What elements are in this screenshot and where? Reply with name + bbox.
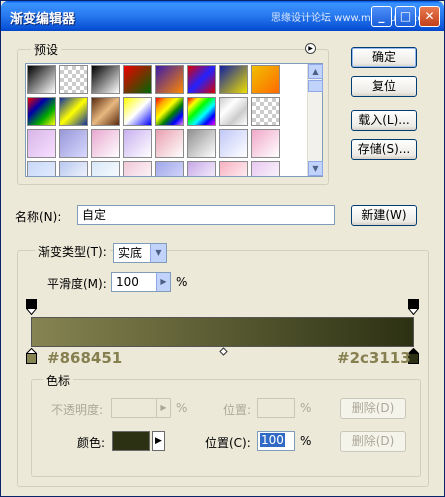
name-field[interactable]: 自定 [77,205,335,225]
presets-scrollbar[interactable]: ▲ ▼ [307,64,323,176]
preset-swatch[interactable] [219,65,248,94]
stop-color-swatch[interactable] [112,431,150,451]
gradient-type-select[interactable]: 实底 ▼ [113,243,167,263]
minimize-button[interactable]: _ [371,6,392,27]
smoothness-field[interactable]: 100 ▶ [111,272,171,292]
new-button[interactable]: 新建(W) [351,205,417,226]
preset-swatch[interactable] [155,161,184,176]
opacity-label: 不透明度: [51,403,104,417]
gradient-preview-bar[interactable] [31,317,414,347]
preset-swatch[interactable] [91,161,120,176]
smoothness-label: 平滑度(M): [47,277,107,291]
scroll-up-icon[interactable]: ▲ [308,64,323,79]
color-position-field[interactable]: 100 [257,431,295,451]
stops-group-label: 色标 [43,372,74,389]
color-label: 颜色: [77,436,106,450]
save-button[interactable]: 存储(S)... [351,139,417,160]
preset-swatch[interactable] [59,161,88,176]
color-position-value: 100 [260,433,285,447]
ok-button[interactable]: 确定 [351,47,417,68]
preset-swatch[interactable] [155,129,184,158]
preset-swatch[interactable] [155,97,184,126]
preset-swatch[interactable] [27,161,56,176]
chevron-down-icon: ▼ [150,244,166,262]
scroll-down-icon[interactable]: ▼ [308,161,323,176]
gradient-type-label: 渐变类型(T): [35,243,110,260]
preset-swatch[interactable] [219,97,248,126]
preset-swatch[interactable] [251,97,280,126]
preset-swatch[interactable] [187,161,216,176]
preset-swatch[interactable] [123,129,152,158]
gradient-editor-window: 渐变编辑器 思缘设计论坛 www.missyuan.com _ □ ✕ 预设 ▶… [0,0,445,497]
preset-swatch[interactable] [27,97,56,126]
preset-swatch[interactable] [219,129,248,158]
window-title: 渐变编辑器 [10,12,76,27]
opacity-field: ▶ [111,398,171,418]
midpoint-diamond[interactable] [218,346,229,362]
delete-color-stop-button[interactable]: 删除(D) [340,431,406,452]
presets-grid [25,63,323,177]
color-position-label: 位置(C): [205,436,251,450]
preset-swatch[interactable] [59,65,88,94]
preset-swatch[interactable] [123,161,152,176]
color-stop-left[interactable] [25,347,38,364]
preset-swatch[interactable] [123,65,152,94]
stops-group [31,379,421,477]
maximize-button[interactable]: □ [395,6,416,27]
preset-swatch[interactable] [251,65,280,94]
preset-swatch[interactable] [123,97,152,126]
gradient-type-value: 实底 [118,246,143,260]
preset-swatch[interactable] [59,129,88,158]
opacity-position-label: 位置: [223,403,252,417]
preset-swatch[interactable] [27,65,56,94]
preset-swatch[interactable] [219,161,248,176]
presets-label: 预设 [31,41,62,58]
close-button[interactable]: ✕ [419,6,440,27]
smoothness-value: 100 [116,275,139,289]
reset-button[interactable]: 复位 [351,76,417,97]
delete-opacity-stop-button[interactable]: 删除(D) [340,398,406,419]
preset-swatch[interactable] [187,65,216,94]
preset-swatch[interactable] [91,65,120,94]
smoothness-unit: % [176,275,188,289]
opacity-stop-left[interactable] [25,299,38,316]
presets-menu-icon[interactable]: ▶ [305,43,316,54]
color-menu-arrow-icon[interactable]: ▶ [152,431,165,451]
preset-swatch[interactable] [155,65,184,94]
start-color-hex: #868451 [47,349,123,367]
load-button[interactable]: 载入(L)... [351,110,417,131]
opacity-arrow-icon: ▶ [156,399,170,417]
scroll-thumb[interactable] [308,80,323,92]
preset-swatch[interactable] [59,97,88,126]
color-position-unit: % [300,434,312,448]
name-label: 名称(N): [15,210,62,224]
opacity-position-field [257,398,295,418]
preset-swatch[interactable] [27,129,56,158]
opacity-unit: % [176,401,188,415]
end-color-hex: #2c3113 [337,349,411,367]
smoothness-arrow-icon[interactable]: ▶ [156,273,170,291]
opacity-position-unit: % [300,401,312,415]
preset-swatch[interactable] [91,97,120,126]
preset-swatch[interactable] [251,161,280,176]
preset-swatch[interactable] [251,129,280,158]
title-bar[interactable]: 渐变编辑器 思缘设计论坛 www.missyuan.com _ □ ✕ [1,1,444,31]
opacity-stop-right[interactable] [407,299,420,316]
preset-swatch[interactable] [187,97,216,126]
preset-swatch[interactable] [91,129,120,158]
preset-swatch[interactable] [187,129,216,158]
